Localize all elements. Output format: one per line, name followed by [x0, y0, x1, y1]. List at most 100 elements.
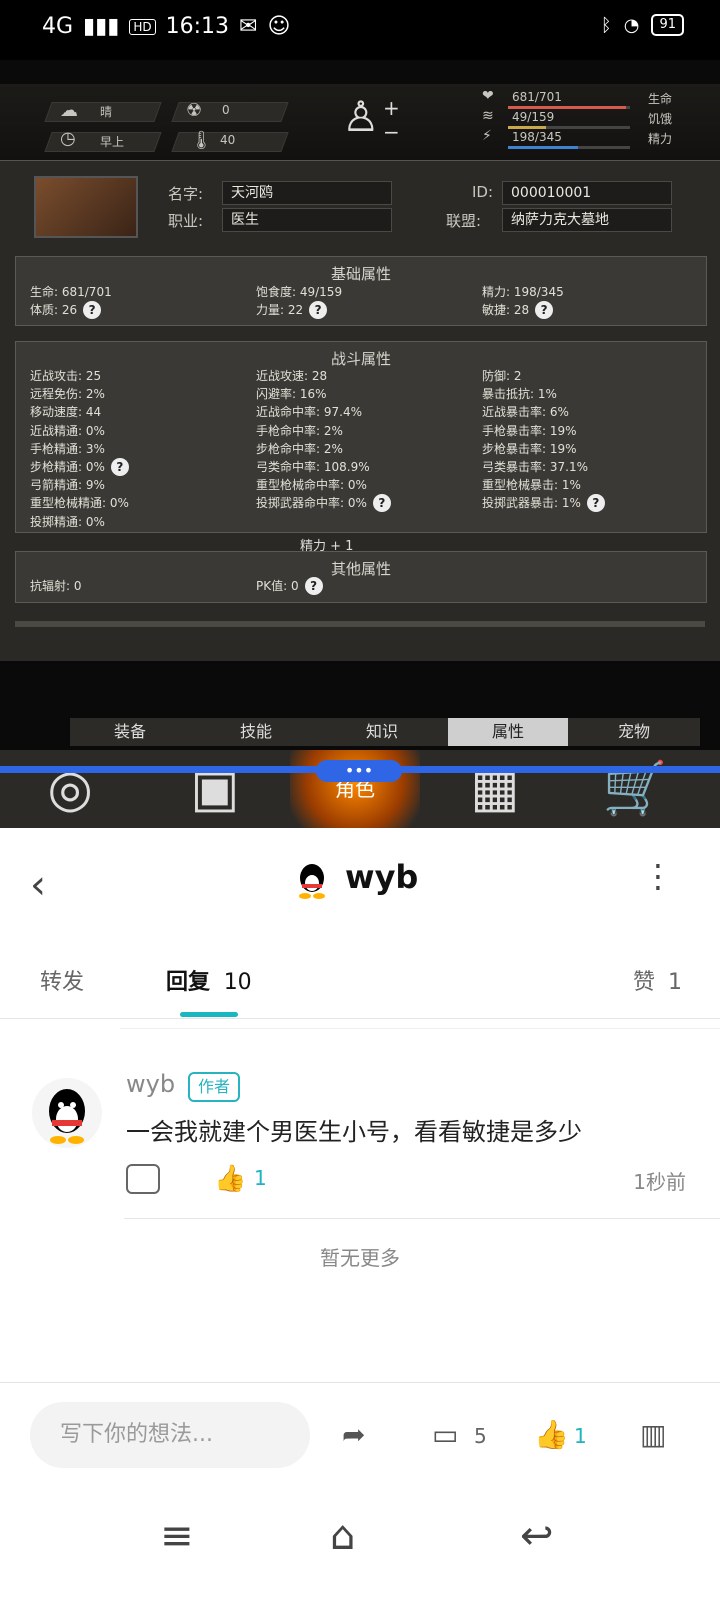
thumbs-up-bottom-icon[interactable]: 👍 — [534, 1418, 569, 1451]
game-tab[interactable]: 装备 — [70, 718, 190, 746]
back-icon[interactable]: ‹ — [30, 862, 46, 908]
menu-icon[interactable]: ≡ — [160, 1513, 194, 1559]
hud-stat-value: 198/345 — [512, 130, 562, 144]
game-tab[interactable]: 知识 — [322, 718, 442, 746]
weather-icon: ☁ — [60, 100, 78, 121]
drag-handle[interactable]: ••• — [316, 760, 402, 782]
battery-indicator: 91 — [651, 14, 684, 36]
attribute-cell: 弓类命中率: 108.9% — [256, 460, 370, 474]
attribute-panel: 名字: 天河鸥 职业: 医生 ID: 000010001 联盟: 纳萨力克大墓地… — [0, 160, 720, 661]
qq-avatar-icon — [299, 864, 325, 899]
reply-icon[interactable] — [126, 1164, 160, 1194]
attribute-cell: 重型枪械命中率: 0% — [256, 478, 367, 493]
tab-reply[interactable]: 回复 10 — [166, 964, 252, 996]
comment-item: wyb 作者 一会我就建个男医生小号，看看敏捷是多少 👍 1 1秒前 — [0, 1060, 720, 1220]
attribute-cell: 投掷武器暴击: 1%? — [482, 494, 605, 513]
attribute-cell: 暴击抵抗: 1% — [482, 387, 557, 402]
attribute-cell: 饱食度: 49/159 — [256, 285, 343, 299]
bluetooth-icon: ᛒ — [600, 14, 612, 36]
attribute-cell: 投掷精通: 0% — [30, 514, 105, 529]
chart-icon[interactable]: ▥ — [640, 1418, 666, 1451]
other-grid: 抗辐射: 0 PK值: 0? — [30, 577, 690, 597]
basic-attributes-title: 基础属性 — [330, 265, 391, 283]
bottom-divider — [0, 1382, 720, 1383]
other-attributes-title: 其他属性 — [330, 560, 391, 578]
mail-icon: ✉ — [239, 14, 258, 39]
clock-icon: ◷ — [60, 128, 76, 149]
attribute-cell: 移动速度: 44 — [30, 405, 102, 420]
job-value: 医生 — [222, 208, 392, 232]
game-hud: ☁ 晴 ☢ 0 ◷ 早上 🌡 40 ♙ + − ❤ 681/701 生命 ≋ 49/159… — [0, 84, 720, 160]
system-nav-bar: ≡ ⌂ ↩ — [0, 1485, 720, 1605]
attribute-cell: PK值: 0? — [256, 577, 323, 595]
hud-stat-icon: ❤ — [482, 88, 494, 104]
globe-icon[interactable]: ◎ — [30, 750, 110, 828]
id-value: 000010001 — [502, 181, 672, 205]
hud-stat-bar — [508, 126, 630, 129]
attribute-cell: 重型枪械精通: 0% — [30, 496, 129, 511]
home-icon[interactable]: ⌂ — [330, 1513, 355, 1559]
cart-icon[interactable]: 🛒 — [590, 750, 680, 828]
character-portrait — [34, 176, 138, 238]
hud-stat-icon: ≋ — [482, 108, 494, 124]
more-icon[interactable]: ⋮ — [642, 860, 674, 892]
thumbs-up-icon[interactable]: 👍 — [214, 1164, 246, 1194]
hud-stat-label: 生命 — [648, 92, 673, 106]
attribute-cell: 力量: 22? — [256, 301, 328, 319]
hud-stat-label: 精力 — [648, 132, 673, 146]
help-icon[interactable]: ? — [309, 301, 328, 319]
attribute-cell: 弓类暴击率: 37.1% — [482, 460, 588, 474]
attribute-cell: 投掷武器命中率: 0%? — [256, 494, 391, 513]
help-icon[interactable]: ? — [586, 494, 605, 513]
help-icon[interactable]: ? — [535, 301, 554, 319]
game-tab[interactable]: 属性 — [448, 718, 568, 746]
back-nav-icon[interactable]: ↩ — [520, 1513, 554, 1559]
comment-count: 5 — [474, 1424, 487, 1448]
time-of-day-value: 早上 — [100, 135, 125, 149]
comment-like-count: 1 — [254, 1166, 267, 1190]
attribute-cell: 抗辐射: 0 — [30, 579, 82, 593]
tab-reply-label: 回复 — [166, 970, 211, 995]
game-tab[interactable]: 技能 — [196, 718, 316, 746]
attribute-cell: 近战命中率: 97.4% — [256, 405, 362, 420]
body-icon: ♙ — [342, 92, 380, 141]
help-icon[interactable]: ? — [372, 494, 391, 513]
game-screenshot: ☁ 晴 ☢ 0 ◷ 早上 🌡 40 ♙ + − ❤ 681/701 生命 ≋ 49/159… — [0, 60, 720, 828]
basic-grid: 生命: 681/701 饱食度: 49/159 精力: 198/345 体质: 26?… — [30, 283, 690, 323]
attribute-cell: 步枪精通: 0%? — [30, 458, 129, 476]
bag-icon[interactable]: ▣ — [170, 750, 260, 828]
calculator-icon[interactable]: ▦ — [460, 750, 530, 828]
help-icon[interactable]: ? — [83, 301, 102, 319]
attribute-cell: 体质: 26? — [30, 301, 102, 319]
post-tabs: 转发 回复 10 赞 1 — [0, 958, 720, 1019]
comment-icon[interactable]: ▭ — [432, 1418, 458, 1451]
comment-author[interactable]: wyb — [126, 1070, 175, 1098]
bottom-like-count: 1 — [574, 1424, 587, 1448]
share-icon[interactable]: ➦ — [342, 1418, 365, 1451]
avatar[interactable] — [32, 1078, 102, 1148]
qq-penguin-icon — [49, 1089, 85, 1144]
panel-divider — [15, 621, 705, 627]
attribute-cell: 手枪精通: 3% — [30, 441, 105, 456]
hd-indicator: HD — [129, 18, 156, 35]
tab-underline — [180, 1012, 238, 1017]
help-icon[interactable]: ? — [304, 577, 323, 595]
temperature-value: 40 — [220, 133, 236, 147]
attribute-cell: 防御: 2 — [482, 369, 522, 383]
name-value: 天河鸥 — [222, 181, 392, 205]
game-tab[interactable]: 宠物 — [574, 718, 694, 746]
attribute-cell: 近战精通: 0% — [30, 423, 105, 438]
comment-time: 1秒前 — [633, 1170, 686, 1194]
comment-input[interactable]: 写下你的想法... — [30, 1402, 310, 1468]
attribute-cell: 近战暴击率: 6% — [482, 405, 569, 420]
help-icon[interactable]: ? — [110, 458, 129, 476]
tabs-divider — [120, 1028, 720, 1029]
tab-forward[interactable]: 转发 — [40, 964, 84, 996]
attribute-cell: 闪避率: 16% — [256, 387, 327, 402]
attribute-cell: 生命: 681/701 — [30, 285, 112, 299]
attribute-cell: 远程免伤: 2% — [30, 387, 105, 402]
plus-minus-icon: + − — [383, 96, 400, 144]
hud-stat-icon: ⚡ — [482, 128, 492, 144]
tab-like[interactable]: 赞 1 — [633, 964, 682, 996]
comment-divider — [124, 1218, 720, 1219]
